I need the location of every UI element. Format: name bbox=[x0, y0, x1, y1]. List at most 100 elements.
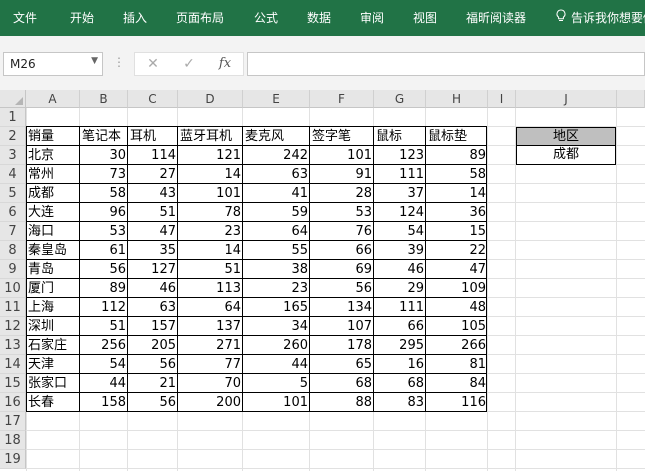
table-cell[interactable]: 14 bbox=[178, 241, 243, 260]
table-cell[interactable]: 54 bbox=[80, 355, 128, 374]
tell-me-box[interactable]: 告诉我你想要做 bbox=[555, 0, 645, 36]
table-cell[interactable]: 51 bbox=[80, 317, 128, 336]
table-cell[interactable]: 44 bbox=[243, 355, 310, 374]
table-cell[interactable]: 127 bbox=[128, 260, 178, 279]
table-cell[interactable]: 89 bbox=[80, 279, 128, 298]
table-cell[interactable]: 178 bbox=[310, 336, 374, 355]
column-header-e[interactable]: E bbox=[243, 90, 310, 108]
table-cell[interactable]: 157 bbox=[128, 317, 178, 336]
table-cell[interactable]: 91 bbox=[310, 165, 374, 184]
enter-icon[interactable]: ✓ bbox=[178, 53, 200, 75]
table-cell[interactable]: 113 bbox=[178, 279, 243, 298]
row-header-1[interactable]: 1 bbox=[0, 108, 26, 127]
table-cell[interactable]: 64 bbox=[243, 222, 310, 241]
tab-data[interactable]: 数据 bbox=[307, 0, 331, 36]
column-header-f[interactable]: F bbox=[310, 90, 374, 108]
column-header-g[interactable]: G bbox=[374, 90, 426, 108]
table-cell[interactable]: 64 bbox=[178, 298, 243, 317]
row-header-10[interactable]: 10 bbox=[0, 279, 26, 298]
table-cell[interactable]: 158 bbox=[80, 393, 128, 412]
table-cell[interactable]: 69 bbox=[310, 260, 374, 279]
table-cell[interactable]: 116 bbox=[426, 393, 488, 412]
table-cell[interactable]: 15 bbox=[426, 222, 488, 241]
table-cell[interactable]: 242 bbox=[243, 146, 310, 165]
table-cell[interactable]: 295 bbox=[374, 336, 426, 355]
table-cell[interactable]: 89 bbox=[426, 146, 488, 165]
tab-home[interactable]: 开始 bbox=[70, 0, 94, 36]
table-cell[interactable]: 96 bbox=[80, 203, 128, 222]
table-cell[interactable]: 14 bbox=[178, 165, 243, 184]
table-cell[interactable]: 46 bbox=[374, 260, 426, 279]
table-cell[interactable]: 134 bbox=[310, 298, 374, 317]
table-cell[interactable]: 109 bbox=[426, 279, 488, 298]
table-cell[interactable]: 101 bbox=[178, 184, 243, 203]
table-cell[interactable]: 114 bbox=[128, 146, 178, 165]
table-cell[interactable]: 51 bbox=[178, 260, 243, 279]
table-cell[interactable]: 65 bbox=[310, 355, 374, 374]
row-header-7[interactable]: 7 bbox=[0, 222, 26, 241]
row-header-19[interactable]: 19 bbox=[0, 450, 26, 469]
table-cell[interactable]: 38 bbox=[243, 260, 310, 279]
table-row-label[interactable]: 张家口 bbox=[26, 374, 80, 393]
row-header-15[interactable]: 15 bbox=[0, 374, 26, 393]
column-header-i[interactable]: I bbox=[488, 90, 516, 108]
table-cell[interactable]: 81 bbox=[426, 355, 488, 374]
table-cell[interactable]: 44 bbox=[80, 374, 128, 393]
row-header-2[interactable]: 2 bbox=[0, 127, 26, 146]
table-cell[interactable]: 63 bbox=[243, 165, 310, 184]
table-cell[interactable]: 36 bbox=[426, 203, 488, 222]
table-cell[interactable]: 83 bbox=[374, 393, 426, 412]
table-header-cell[interactable]: 耳机 bbox=[128, 127, 178, 146]
tab-insert[interactable]: 插入 bbox=[123, 0, 147, 36]
worksheet-grid[interactable]: A B C D E F G H I J 1 2 3 4 5 6 7 8 9 10 11 12 13 14 15 16 17 18 19 销… bbox=[0, 90, 645, 471]
table-row-label[interactable]: 厦门 bbox=[26, 279, 80, 298]
table-row-label[interactable]: 海口 bbox=[26, 222, 80, 241]
table-cell[interactable]: 266 bbox=[426, 336, 488, 355]
row-header-12[interactable]: 12 bbox=[0, 317, 26, 336]
drag-handle-icon[interactable]: ⋮ bbox=[113, 55, 125, 69]
table-cell[interactable]: 48 bbox=[426, 298, 488, 317]
table-header-cell[interactable]: 麦克风 bbox=[243, 127, 310, 146]
table-cell[interactable]: 59 bbox=[243, 203, 310, 222]
table-cell[interactable]: 61 bbox=[80, 241, 128, 260]
table-cell[interactable]: 21 bbox=[128, 374, 178, 393]
column-header-a[interactable]: A bbox=[26, 90, 80, 108]
table-header-cell[interactable]: 销量 bbox=[26, 127, 80, 146]
table-cell[interactable]: 123 bbox=[374, 146, 426, 165]
table-cell[interactable]: 37 bbox=[374, 184, 426, 203]
tab-review[interactable]: 审阅 bbox=[360, 0, 384, 36]
table-cell[interactable]: 16 bbox=[374, 355, 426, 374]
table-cell[interactable]: 101 bbox=[310, 146, 374, 165]
row-header-14[interactable]: 14 bbox=[0, 355, 26, 374]
table-cell[interactable]: 14 bbox=[426, 184, 488, 203]
row-header-17[interactable]: 17 bbox=[0, 412, 26, 431]
table-cell[interactable]: 43 bbox=[128, 184, 178, 203]
row-header-3[interactable]: 3 bbox=[0, 146, 26, 165]
table-cell[interactable]: 39 bbox=[374, 241, 426, 260]
table-row-label[interactable]: 成都 bbox=[26, 184, 80, 203]
table-cell[interactable]: 53 bbox=[310, 203, 374, 222]
table-row-label[interactable]: 长春 bbox=[26, 393, 80, 412]
table-cell[interactable]: 84 bbox=[426, 374, 488, 393]
table-cell[interactable]: 47 bbox=[426, 260, 488, 279]
table-header-cell[interactable]: 鼠标 bbox=[374, 127, 426, 146]
tab-page-layout[interactable]: 页面布局 bbox=[176, 0, 224, 36]
table-cell[interactable]: 28 bbox=[310, 184, 374, 203]
table-cell[interactable]: 29 bbox=[374, 279, 426, 298]
table-cell[interactable]: 63 bbox=[128, 298, 178, 317]
formula-input[interactable] bbox=[247, 52, 645, 76]
table-cell[interactable]: 111 bbox=[374, 165, 426, 184]
column-header-j[interactable]: J bbox=[516, 90, 617, 108]
table-row-label[interactable]: 大连 bbox=[26, 203, 80, 222]
table-cell[interactable]: 70 bbox=[178, 374, 243, 393]
table-cell[interactable]: 46 bbox=[128, 279, 178, 298]
table-header-cell[interactable]: 签字笔 bbox=[310, 127, 374, 146]
table-cell[interactable]: 77 bbox=[178, 355, 243, 374]
table-cell[interactable]: 256 bbox=[80, 336, 128, 355]
table-cell[interactable]: 101 bbox=[243, 393, 310, 412]
table-cell[interactable]: 76 bbox=[310, 222, 374, 241]
table-cell[interactable]: 27 bbox=[128, 165, 178, 184]
column-header-b[interactable]: B bbox=[80, 90, 128, 108]
table-cell[interactable]: 205 bbox=[128, 336, 178, 355]
table-cell[interactable]: 88 bbox=[310, 393, 374, 412]
